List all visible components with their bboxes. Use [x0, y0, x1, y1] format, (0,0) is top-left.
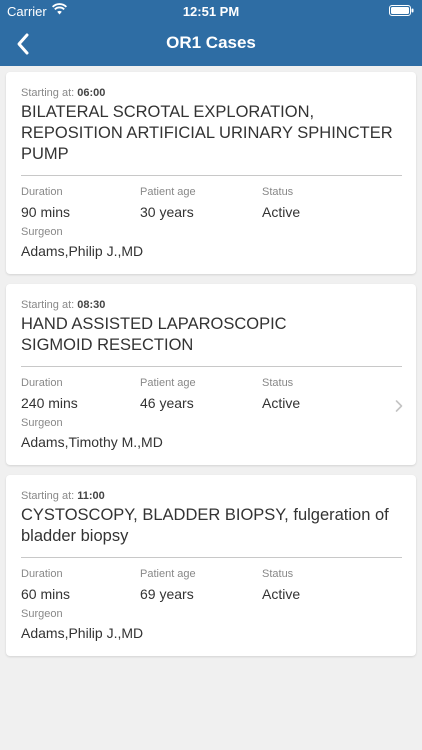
start-time-value: 08:30	[77, 299, 106, 311]
procedure-line: REPOSITION ARTIFICIAL URINARY SPHINCTER	[21, 124, 393, 142]
case-details: Duration 90 mins Patient age 30 years St…	[21, 185, 401, 225]
patient-age-label: Patient age	[140, 568, 196, 580]
start-time-row: Starting at: 08:30	[21, 298, 401, 312]
patient-age-value: 30 years	[140, 204, 194, 220]
status-label: Status	[262, 568, 294, 580]
patient-age-label: Patient age	[140, 186, 196, 198]
clock: 12:51 PM	[182, 4, 240, 19]
procedure-line: HAND ASSISTED LAPAROSCOPIC	[21, 315, 287, 333]
surgeon-value: Adams,Philip J.,MD	[21, 625, 144, 641]
status-value: Active	[262, 586, 301, 602]
patient-age-field: Patient age 30 years	[140, 185, 196, 221]
patient-age-field: Patient age 69 years	[140, 567, 196, 603]
procedure-name: BILATERAL SCROTAL EXPLORATION, REPOSITIO…	[21, 102, 402, 176]
duration-label: Duration	[21, 186, 63, 198]
start-time-label: Starting at:	[21, 299, 75, 311]
case-details: Duration 240 mins Patient age 46 years S…	[21, 376, 401, 416]
duration-value: 60 mins	[21, 586, 71, 602]
procedure-line: BILATERAL SCROTAL EXPLORATION,	[21, 103, 315, 121]
duration-value: 240 mins	[21, 395, 78, 411]
surgeon-label: Surgeon	[21, 417, 63, 429]
status-value: Active	[262, 204, 301, 220]
start-time-value: 11:00	[77, 490, 105, 502]
case-card[interactable]: Starting at: 08:30 HAND ASSISTED LAPAROS…	[6, 284, 416, 465]
start-time-row: Starting at: 06:00	[21, 86, 401, 100]
duration-value: 90 mins	[21, 204, 71, 220]
surgeon-field: Surgeon Adams,Philip J.,MD	[21, 607, 401, 642]
status-field: Status Active	[262, 567, 300, 603]
procedure-name: HAND ASSISTED LAPAROSCOPIC SIGMOID RESEC…	[21, 314, 402, 367]
duration-field: Duration 60 mins	[21, 567, 70, 603]
surgeon-label: Surgeon	[21, 608, 63, 620]
duration-field: Duration 90 mins	[21, 185, 70, 221]
start-time-label: Starting at:	[21, 87, 75, 99]
case-card[interactable]: Starting at: 11:00 CYSTOSCOPY, BLADDER B…	[6, 475, 416, 656]
status-field: Status Active	[262, 185, 300, 221]
surgeon-value: Adams,Philip J.,MD	[21, 243, 144, 259]
start-time-label: Starting at:	[21, 490, 75, 502]
surgeon-value: Adams,Timothy M.,MD	[21, 434, 163, 450]
duration-label: Duration	[21, 568, 63, 580]
page-title: OR1 Cases	[166, 33, 256, 52]
status-value: Active	[262, 395, 301, 411]
battery-icon	[389, 5, 414, 16]
surgeon-field: Surgeon Adams,Timothy M.,MD	[21, 416, 401, 451]
status-field: Status Active	[262, 376, 300, 412]
duration-label: Duration	[21, 377, 63, 389]
procedure-line: bladder biopsy	[21, 527, 129, 545]
chevron-right-icon[interactable]	[394, 399, 404, 413]
procedure-line: CYSTOSCOPY, BLADDER BIOPSY, fulgeration …	[21, 506, 389, 524]
start-time-value: 06:00	[77, 87, 106, 99]
navigation-bar: OR1 Cases	[0, 22, 422, 66]
duration-field: Duration 240 mins	[21, 376, 78, 412]
patient-age-field: Patient age 46 years	[140, 376, 196, 412]
status-label: Status	[262, 377, 294, 389]
status-bar: Carrier 12:51 PM	[0, 0, 422, 22]
patient-age-value: 69 years	[140, 586, 194, 602]
start-time-row: Starting at: 11:00	[21, 489, 401, 503]
procedure-name: CYSTOSCOPY, BLADDER BIOPSY, fulgeration …	[21, 505, 402, 558]
patient-age-value: 46 years	[140, 395, 194, 411]
case-list: Starting at: 06:00 BILATERAL SCROTAL EXP…	[6, 72, 416, 666]
surgeon-field: Surgeon Adams,Philip J.,MD	[21, 225, 401, 260]
case-card[interactable]: Starting at: 06:00 BILATERAL SCROTAL EXP…	[6, 72, 416, 274]
status-label: Status	[262, 186, 294, 198]
procedure-line: SIGMOID RESECTION	[21, 336, 194, 354]
procedure-line: PUMP	[21, 145, 69, 163]
surgeon-label: Surgeon	[21, 226, 63, 238]
patient-age-label: Patient age	[140, 377, 196, 389]
case-details: Duration 60 mins Patient age 69 years St…	[21, 567, 401, 607]
app-header: Carrier 12:51 PM OR1 Cases	[0, 0, 422, 66]
